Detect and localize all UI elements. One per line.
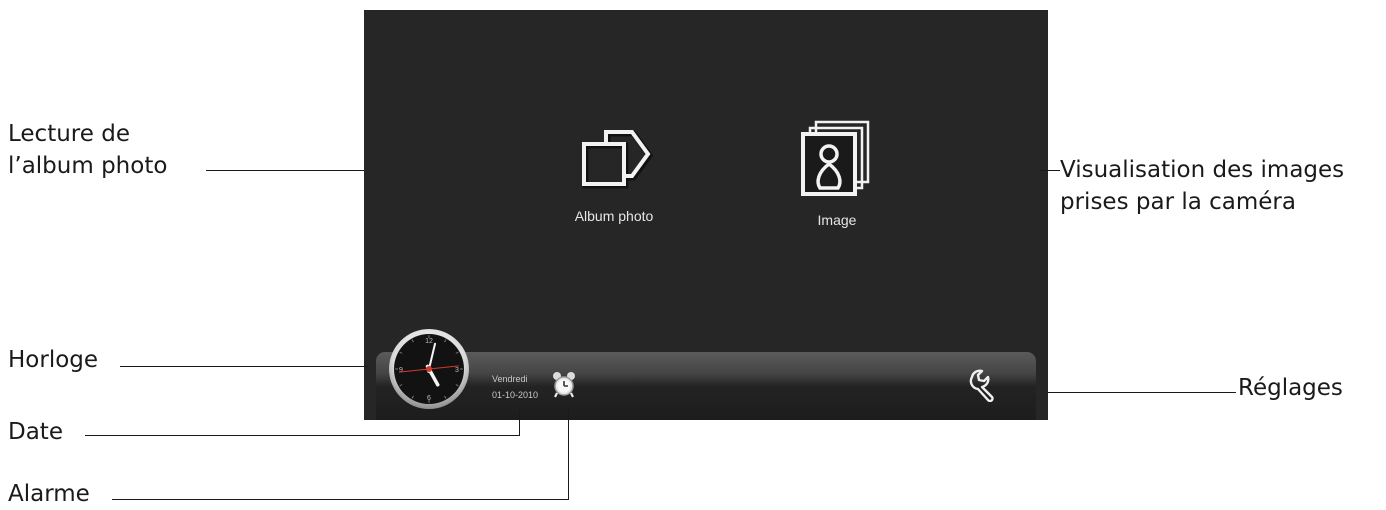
leader-line-settings bbox=[1048, 392, 1236, 393]
leader-line-date-v bbox=[519, 410, 520, 436]
analog-clock: 12 3 6 9 bbox=[389, 329, 469, 409]
leader-line-alarm-v bbox=[568, 408, 569, 500]
status-day: Vendredi bbox=[492, 374, 528, 384]
device-screen: Album photo Image 12 3 6 9 Vendredi 01-1… bbox=[364, 10, 1048, 420]
image-label: Image bbox=[817, 212, 857, 228]
leader-line-image bbox=[1040, 170, 1060, 171]
annotation-album-line1: Lecture de bbox=[8, 121, 130, 147]
status-date: 01-10-2010 bbox=[492, 390, 539, 400]
annotation-image-line1: Visualisation des images bbox=[1060, 157, 1345, 183]
leader-line-date-h bbox=[85, 435, 519, 436]
status-bar bbox=[376, 352, 1036, 420]
wrench-icon[interactable] bbox=[968, 368, 1004, 402]
leader-line-clock bbox=[120, 366, 368, 367]
leader-line-album bbox=[206, 170, 364, 171]
leader-line-alarm-h bbox=[112, 499, 569, 500]
annotation-clock: Horloge bbox=[8, 347, 99, 373]
alarm-clock-icon[interactable] bbox=[552, 371, 576, 399]
clock-numeral-12: 12 bbox=[425, 338, 433, 345]
clock-numeral-3: 3 bbox=[455, 367, 459, 374]
annotation-date: Date bbox=[8, 419, 63, 445]
album-photo-app[interactable]: Album photo bbox=[514, 124, 714, 224]
album-photo-label: Album photo bbox=[574, 208, 654, 224]
album-photo-icon bbox=[582, 130, 654, 189]
camera-images-icon bbox=[801, 120, 870, 196]
annotation-alarm: Alarme bbox=[8, 481, 90, 507]
annotation-settings: Réglages bbox=[1238, 375, 1343, 401]
clock-numeral-9: 9 bbox=[399, 367, 403, 374]
annotation-image-line2: prises par la caméra bbox=[1060, 189, 1296, 215]
image-app[interactable]: Image bbox=[737, 118, 937, 228]
annotation-album-line2: l’album photo bbox=[8, 153, 168, 179]
clock-numeral-6: 6 bbox=[427, 395, 431, 402]
